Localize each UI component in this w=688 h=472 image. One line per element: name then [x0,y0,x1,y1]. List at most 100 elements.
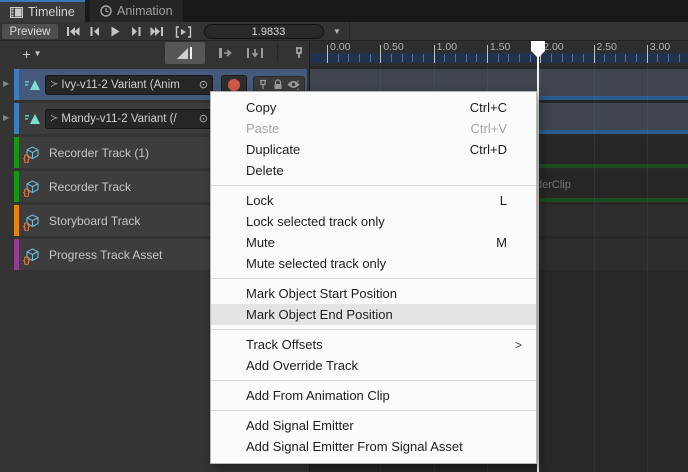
context-menu: Copy Ctrl+C Paste Ctrl+V Duplicate Ctrl+D Dele… [210,91,537,464]
avatar-icon: ≻ [50,113,59,124]
ruler-tick-label: 2.00 [543,41,564,53]
ruler-minor-tick [657,54,659,62]
menu-item-lock[interactable]: Lock L [211,190,536,211]
mix-mode-button[interactable] [165,42,205,64]
braces-icon: {} [23,220,31,231]
object-picker-icon[interactable]: ⊙ [199,112,208,125]
menu-item-label: Copy [246,100,277,115]
menu-item-label: Paste [246,121,280,136]
menu-item-copy[interactable]: Copy Ctrl+C [211,97,536,118]
menu-item-delete[interactable]: Delete [211,160,536,181]
ripple-mode-button[interactable] [210,42,240,64]
lock-icon[interactable] [273,79,283,90]
ruler-tick-label: 2.50 [596,41,617,53]
add-track-button[interactable]: + ▼ [14,44,50,63]
tab-timeline-label: Timeline [28,5,75,19]
toolbar-divider [349,22,350,41]
pin-icon[interactable] [258,79,268,90]
menu-item-lock-selected-track-only[interactable]: Lock selected track only [211,211,536,232]
menu-item-mute-selected-track-only[interactable]: Mute selected track only [211,253,536,274]
track-name-label: Recorder Track [49,179,132,194]
time-ruler[interactable]: 0.00 0.50 1.00 1.50 2.00 2.50 3.00 [310,41,688,66]
menu-item-add-signal-emitter[interactable]: Add Signal Emitter [211,415,536,436]
braces-icon: {} [23,152,31,163]
track-color-stripe [14,137,19,168]
play-range-icon [175,25,192,38]
ruler-minor-tick [369,54,371,62]
go-to-end-button[interactable] [147,24,167,39]
replace-mode-button[interactable] [240,42,270,64]
previous-frame-button[interactable] [84,24,104,39]
track-color-stripe [14,103,19,134]
menu-item-duplicate[interactable]: Duplicate Ctrl+D [211,139,536,160]
track-name-label: Storyboard Track [49,213,141,228]
toolbar: Preview 1.9833 ▼ Wind Test Timeline (Win… [0,22,688,41]
ruler-tick-label: 1.50 [489,41,511,53]
tab-bar: Timeline Animation [0,0,688,22]
track-color-stripe [14,205,19,236]
track-binding-field[interactable]: ≻ Mandy-v11-2 Variant (/ ⊙ [45,108,213,129]
go-to-beginning-button[interactable] [63,24,83,39]
film-icon [10,6,23,18]
track-color-stripe [14,171,19,202]
menu-item-add-override-track[interactable]: Add Override Track [211,355,536,376]
ruler-major-tick [593,45,595,63]
braces-icon: {} [23,186,31,197]
menu-item-label: Mark Object Start Position [246,286,397,301]
binding-object-name: Ivy-v11-2 Variant (Anim [61,78,180,91]
gridline [540,66,542,472]
menu-item-add-signal-emitter-from-signal-asset[interactable]: Add Signal Emitter From Signal Asset [211,436,536,457]
chevron-down-icon: ▼ [33,49,42,58]
track-binding-field[interactable]: ≻ Ivy-v11-2 Variant (Anim ⊙ [45,74,213,95]
playhead-line[interactable] [537,41,539,472]
breadcrumb[interactable]: Wind Test Timeline (Wind Test Timeline) [352,22,634,41]
menu-separator [211,274,536,283]
next-frame-button[interactable] [126,24,146,39]
ruler-minor-tick [529,54,531,62]
chevron-down-icon[interactable]: ▼ [330,24,344,39]
track-name-label: Recorder Track (1) [49,145,150,160]
current-time-field[interactable]: 1.9833 [204,24,324,39]
menu-item-mark-object-start-position[interactable]: Mark Object Start Position [211,283,536,304]
ruler-tick-label: 0.50 [383,41,404,53]
menu-separator [211,406,536,415]
menu-separator [211,181,536,190]
ruler-tick-label: 1.00 [436,41,458,53]
ruler-major-tick [433,45,435,63]
menu-item-shortcut: M [496,235,507,250]
play-button[interactable] [105,24,125,39]
preview-toggle-button[interactable]: Preview [2,24,58,39]
ruler-tick-label: 3.00 [649,41,671,53]
ruler-minor-tick [454,54,456,62]
menu-item-label: Lock selected track only [246,214,385,229]
foldout-arrow[interactable]: ▶ [3,79,9,88]
foldout-arrow[interactable]: ▶ [3,113,9,122]
menu-item-add-from-animation-clip[interactable]: Add From Animation Clip [211,385,536,406]
skip-start-icon [66,26,80,37]
kebab-menu-icon[interactable]: ⋮ [292,78,304,92]
ruler-minor-tick [337,54,339,62]
submenu-arrow-icon: > [514,337,522,352]
ruler-minor-tick [636,54,638,62]
ripple-mode-icon [217,47,234,59]
menu-item-shortcut: Ctrl+D [469,142,507,157]
menu-item-track-offsets[interactable]: Track Offsets > [211,334,536,355]
menu-item-label: Mute selected track only [246,256,387,271]
script-track-icon: {} [23,145,40,163]
ruler-minor-tick [508,54,510,62]
clip-name-label: derClip [536,179,571,191]
tab-animation-label: Animation [117,4,173,18]
ruler-minor-tick [604,54,606,62]
menu-item-mute[interactable]: Mute M [211,232,536,253]
object-picker-icon[interactable]: ⊙ [199,78,208,91]
animation-track-icon [25,112,41,125]
menu-item-label: Add Signal Emitter From Signal Asset [246,439,463,454]
menu-item-mark-object-end-position[interactable]: Mark Object End Position [211,304,536,325]
menu-item-label: Add Signal Emitter [246,418,354,433]
track-toolbar: + ▼ [0,41,310,66]
tab-timeline[interactable]: Timeline [0,0,85,22]
skip-end-icon [150,26,164,37]
play-range-button[interactable] [172,24,194,39]
tab-animation[interactable]: Animation [90,0,183,22]
gridline [593,66,595,472]
